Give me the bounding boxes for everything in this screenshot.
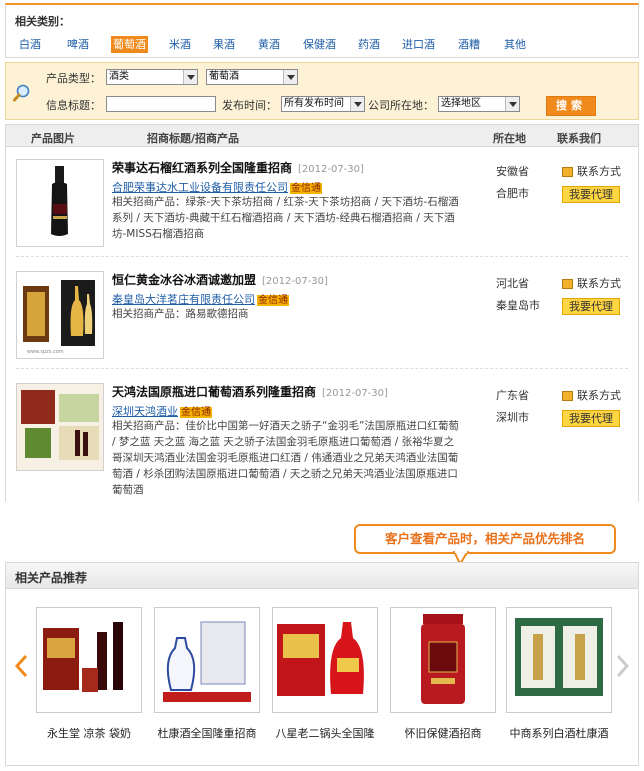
related-product[interactable]: 八星老二锅头全国隆 bbox=[270, 607, 380, 741]
contact-link[interactable]: 联系方式 bbox=[562, 387, 621, 403]
magnifier-icon bbox=[13, 84, 30, 102]
category-yaojiu[interactable]: 药酒 bbox=[356, 36, 382, 53]
category-title: 相关类别： bbox=[15, 15, 70, 28]
company-link[interactable]: 秦皇岛大洋茗庄有限责任公司 bbox=[112, 293, 255, 306]
category-jiuzao[interactable]: 酒糟 bbox=[456, 36, 482, 53]
chevron-down-icon bbox=[350, 97, 364, 111]
row-divider bbox=[16, 368, 628, 369]
result-title[interactable]: 恒仁黄金冰谷冰酒诚邀加盟 [2012-07-30] bbox=[112, 271, 328, 288]
contact-link[interactable]: 联系方式 bbox=[562, 275, 621, 291]
chevron-down-icon bbox=[505, 97, 519, 111]
product-image[interactable] bbox=[390, 607, 496, 713]
contact-card-icon bbox=[562, 167, 573, 177]
category-baojianjiu[interactable]: 保健酒 bbox=[301, 36, 338, 53]
company-link[interactable]: 合肥荣事达水工业设备有限责任公司 bbox=[112, 181, 288, 194]
product-name: 杜康酒全国隆重招商 bbox=[157, 727, 257, 740]
results-header: 产品图片 招商标题/招商产品 所在地 联系我们 bbox=[6, 125, 638, 147]
agent-button[interactable]: 我要代理 bbox=[562, 186, 620, 203]
product-name: 永生堂 凉茶 袋奶 bbox=[47, 727, 131, 740]
product-thumbnail[interactable]: www.spzs.com bbox=[16, 271, 104, 359]
category-pijiu[interactable]: 啤酒 bbox=[65, 36, 91, 53]
contact-link[interactable]: 联系方式 bbox=[562, 163, 621, 179]
result-related-products: 相关招商产品：绿茶-天下茶坊招商 / 红茶-天下茶坊招商 / 天下酒坊-石榴酒系… bbox=[112, 196, 459, 240]
related-title: 相关产品推荐 bbox=[15, 571, 88, 585]
result-related-products: 相关招商产品：路易歌德招商 bbox=[112, 308, 249, 320]
product-image[interactable] bbox=[154, 607, 260, 713]
category-guojiu[interactable]: 果酒 bbox=[211, 36, 237, 53]
result-title[interactable]: 天鸿法国原瓶进口葡萄酒系列隆重招商 [2012-07-30] bbox=[112, 383, 388, 400]
product-image[interactable] bbox=[36, 607, 142, 713]
company-link[interactable]: 深圳天鸿酒业 bbox=[112, 405, 178, 418]
category-qita[interactable]: 其他 bbox=[502, 36, 528, 53]
callout-bubble: 客户查看产品时，相关产品优先排名 bbox=[354, 524, 616, 554]
wine-brochure-image bbox=[17, 384, 103, 470]
arrow-left-icon[interactable] bbox=[14, 654, 28, 678]
contact-card-icon bbox=[562, 391, 573, 401]
header-location: 所在地 bbox=[493, 132, 526, 145]
related-product[interactable]: 永生堂 凉茶 袋奶 bbox=[34, 607, 144, 741]
gold-badge[interactable]: 金信通 bbox=[257, 295, 289, 306]
result-title[interactable]: 荣事达石榴红酒系列全国隆重招商 [2012-07-30] bbox=[112, 159, 364, 176]
info-title-input[interactable] bbox=[106, 96, 216, 112]
chevron-down-icon bbox=[283, 70, 297, 84]
arrow-right-icon[interactable] bbox=[616, 654, 630, 678]
related-product[interactable]: 怀旧保健酒招商 bbox=[388, 607, 498, 741]
category-jinkoujiu[interactable]: 进口酒 bbox=[400, 36, 437, 53]
result-province: 河北省 bbox=[496, 277, 529, 290]
result-date: [2012-07-30] bbox=[298, 164, 364, 175]
result-city: 秦皇岛市 bbox=[496, 299, 540, 312]
related-product[interactable]: 杜康酒全国隆重招商 bbox=[152, 607, 262, 741]
ice-wine-image: www.spzs.com bbox=[17, 272, 103, 358]
related-products-panel: 相关产品推荐 永生堂 凉茶 袋奶 杜康酒全国隆重招商 八星老二锅头全国隆 怀旧保… bbox=[5, 562, 639, 766]
contact-card-icon bbox=[562, 279, 573, 289]
product-thumbnail[interactable] bbox=[16, 383, 104, 471]
header-title: 招商标题/招商产品 bbox=[147, 132, 240, 145]
agent-button[interactable]: 我要代理 bbox=[562, 298, 620, 315]
related-product[interactable]: 中商系列白酒杜康酒 bbox=[504, 607, 614, 741]
product-name: 八星老二锅头全国隆 bbox=[275, 727, 375, 740]
company-location-label: 公司所在地： bbox=[368, 99, 434, 112]
product-image[interactable] bbox=[506, 607, 612, 713]
info-title-label: 信息标题： bbox=[46, 99, 101, 112]
result-province: 广东省 bbox=[496, 389, 529, 402]
svg-text:www.spzs.com: www.spzs.com bbox=[27, 349, 64, 355]
category-huangjiu[interactable]: 黄酒 bbox=[256, 36, 282, 53]
product-image[interactable] bbox=[272, 607, 378, 713]
result-city: 深圳市 bbox=[496, 411, 529, 424]
category-putaojiu[interactable]: 葡萄酒 bbox=[111, 36, 148, 53]
product-name: 中商系列白酒杜康酒 bbox=[509, 727, 609, 740]
result-date: [2012-07-30] bbox=[262, 276, 328, 287]
agent-button[interactable]: 我要代理 bbox=[562, 410, 620, 427]
company-location-select[interactable]: 选择地区 bbox=[438, 96, 520, 112]
result-date: [2012-07-30] bbox=[322, 388, 388, 399]
category-mijiu[interactable]: 米酒 bbox=[167, 36, 193, 53]
result-company: 秦皇岛大洋茗庄有限责任公司 金信通 bbox=[112, 291, 289, 307]
results-table: 产品图片 招商标题/招商产品 所在地 联系我们 荣事达石榴红酒系列全国隆重招商[… bbox=[5, 124, 639, 502]
publish-time-label: 发布时间： bbox=[222, 99, 277, 112]
search-panel: 产品类型： 酒类 葡萄酒 信息标题： 发布时间： 所有发布时间 公司所在地： 选… bbox=[5, 62, 639, 120]
result-company: 深圳天鸿酒业 金信通 bbox=[112, 403, 212, 419]
wine-bottle-image bbox=[17, 160, 103, 246]
product-name: 怀旧保健酒招商 bbox=[404, 727, 482, 740]
result-city: 合肥市 bbox=[496, 187, 529, 200]
gold-badge[interactable]: 金信通 bbox=[290, 183, 322, 194]
category-panel: 相关类别： 白酒 啤酒 葡萄酒 米酒 果酒 黄酒 保健酒 药酒 进口酒 酒糟 其… bbox=[5, 3, 639, 58]
chevron-down-icon bbox=[183, 70, 197, 84]
header-contact: 联系我们 bbox=[557, 132, 601, 145]
result-company: 合肥荣事达水工业设备有限责任公司 金信通 bbox=[112, 179, 322, 195]
result-province: 安徽省 bbox=[496, 165, 529, 178]
search-button[interactable]: 搜索 bbox=[546, 96, 596, 116]
header-image: 产品图片 bbox=[31, 132, 75, 145]
product-type-select[interactable]: 酒类 bbox=[106, 69, 198, 85]
category-baijiu[interactable]: 白酒 bbox=[17, 36, 43, 53]
gold-badge[interactable]: 金信通 bbox=[180, 407, 212, 418]
product-thumbnail[interactable] bbox=[16, 159, 104, 247]
publish-time-select[interactable]: 所有发布时间 bbox=[281, 96, 365, 112]
row-divider bbox=[16, 256, 628, 257]
product-subtype-select[interactable]: 葡萄酒 bbox=[206, 69, 298, 85]
result-related-products: 相关招商产品：佳价比中国第一好酒天之骄子“金羽毛”法国原瓶进口红葡萄 / 梦之蓝… bbox=[112, 420, 459, 496]
related-header: 相关产品推荐 bbox=[6, 563, 638, 589]
product-type-label: 产品类型： bbox=[46, 72, 101, 85]
